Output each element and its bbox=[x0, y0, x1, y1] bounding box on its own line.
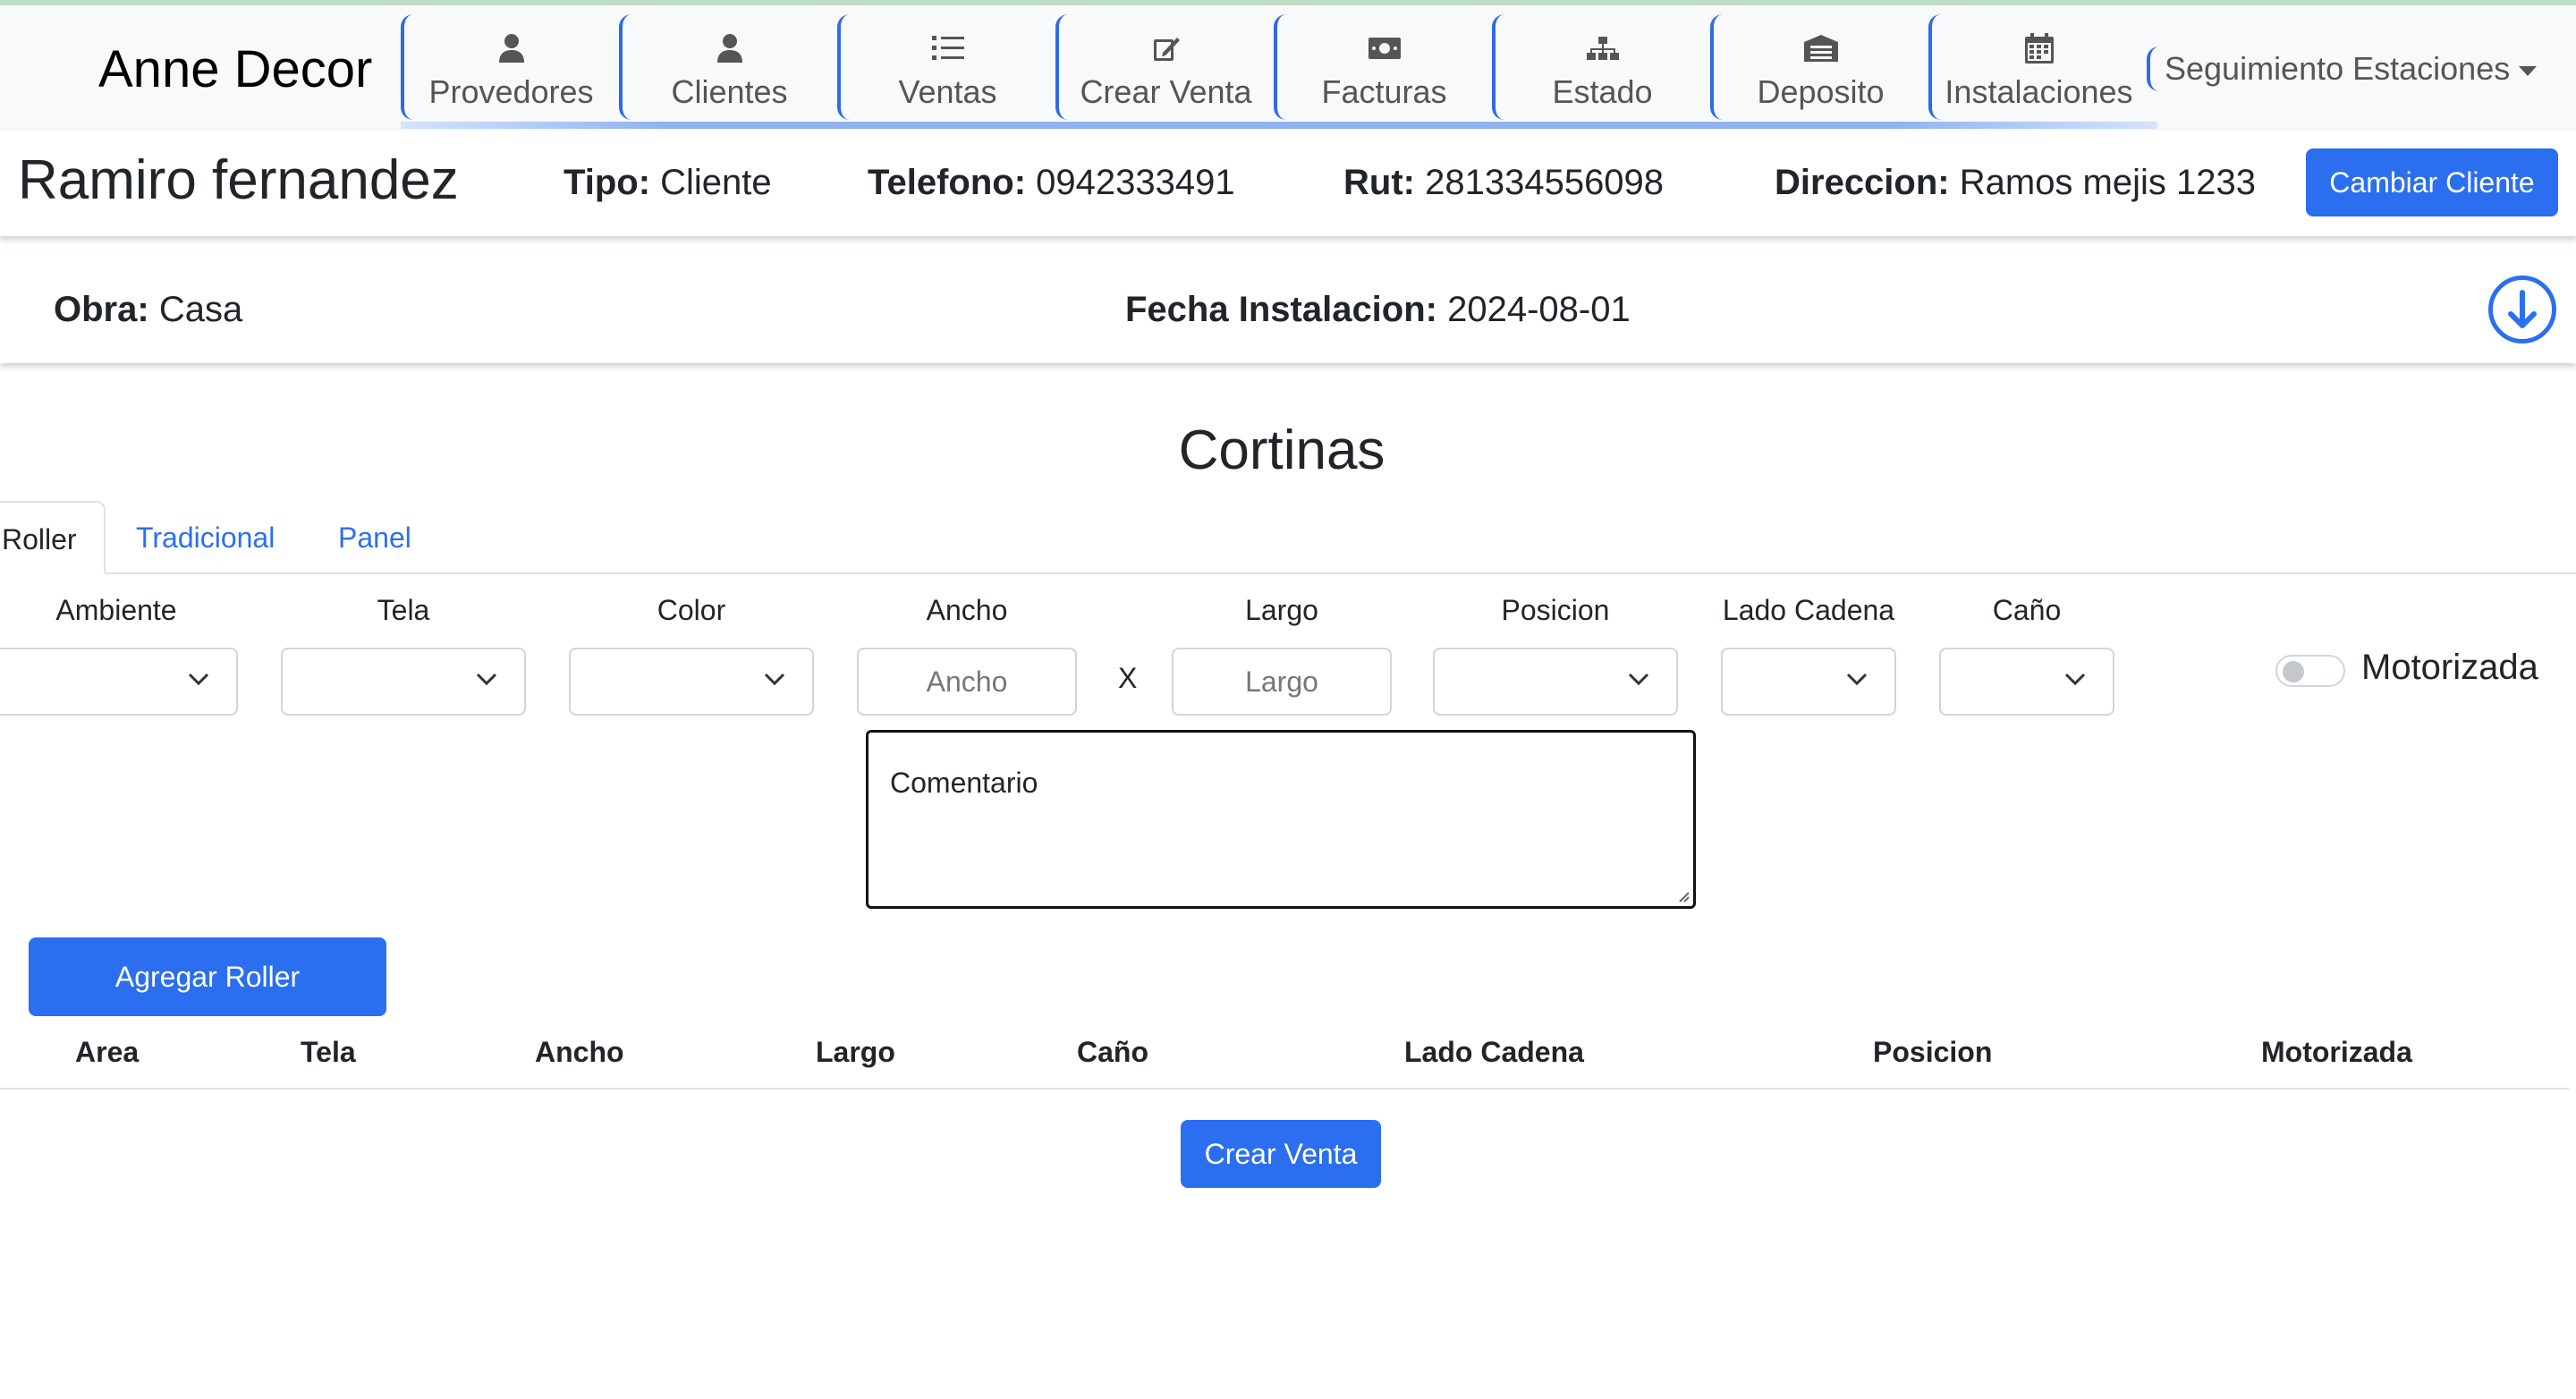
top-navbar: Anne Decor Provedores Clientes Ventas Cr… bbox=[0, 5, 2576, 131]
column-header-motorizada: Motorizada bbox=[2261, 1036, 2412, 1068]
motorizada-label: Motorizada bbox=[2361, 648, 2538, 687]
crear-venta-button[interactable]: Crear Venta bbox=[1181, 1120, 1381, 1188]
color-select[interactable] bbox=[569, 648, 814, 716]
nav-item-clientes[interactable]: Clientes bbox=[619, 14, 836, 120]
obra-info: Obra: Casa bbox=[54, 290, 242, 330]
nav-item-label: Deposito bbox=[1757, 73, 1885, 110]
nav-item-label: Ventas bbox=[898, 73, 997, 110]
tab-roller[interactable]: Roller bbox=[0, 501, 106, 574]
chevron-down-icon bbox=[188, 673, 209, 685]
tab-tradicional[interactable]: Tradicional bbox=[136, 501, 275, 574]
nav-item-label: Clientes bbox=[671, 73, 788, 110]
section-title: Cortinas bbox=[1178, 420, 1385, 481]
nav-item-facturas[interactable]: Facturas bbox=[1274, 14, 1491, 120]
resize-grip-icon[interactable] bbox=[1675, 888, 1690, 903]
posicion-select[interactable] bbox=[1433, 648, 1678, 716]
chevron-down-icon bbox=[1628, 673, 1649, 685]
obra-label: Obra: bbox=[54, 290, 149, 329]
client-telefono: Telefono: 0942333491 bbox=[868, 163, 1235, 203]
posicion-label: Posicion bbox=[1501, 594, 1610, 626]
nav-item-estado[interactable]: Estado bbox=[1492, 14, 1709, 120]
client-tipo: Tipo: Cliente bbox=[564, 163, 772, 203]
client-rut: Rut: 281334556098 bbox=[1343, 163, 1664, 203]
seguimiento-dropdown[interactable]: Seguimiento Estaciones bbox=[2147, 47, 2538, 91]
client-name: Ramiro fernandez bbox=[18, 149, 459, 211]
warehouse-icon bbox=[1714, 30, 1928, 66]
cano-label: Caño bbox=[1992, 594, 2062, 626]
tipo-value: Cliente bbox=[660, 163, 772, 202]
direccion-value: Ramos mejis 1233 bbox=[1959, 163, 2256, 202]
largo-input[interactable]: Largo bbox=[1172, 648, 1392, 716]
lado-cadena-select[interactable] bbox=[1721, 648, 1896, 716]
comentario-textarea[interactable]: Comentario bbox=[866, 730, 1696, 909]
person-icon bbox=[404, 30, 618, 66]
tipo-label: Tipo: bbox=[564, 163, 651, 202]
arrow-down-circle-icon[interactable] bbox=[2488, 276, 2556, 343]
tab-panel[interactable]: Panel bbox=[338, 501, 411, 574]
chevron-down-icon bbox=[1846, 673, 1868, 685]
nav-item-label: Instalaciones bbox=[1945, 73, 2133, 110]
caret-down-icon bbox=[2519, 65, 2538, 76]
column-header-lado-cadena: Lado Cadena bbox=[1404, 1036, 1584, 1068]
dimension-separator: X bbox=[1118, 662, 1138, 694]
calendar-icon bbox=[1932, 30, 2146, 66]
ancho-input[interactable]: Ancho bbox=[857, 648, 1077, 716]
column-header-tela: Tela bbox=[301, 1036, 356, 1068]
toggle-knob bbox=[2283, 661, 2304, 683]
column-header-cano: Caño bbox=[1077, 1036, 1148, 1068]
agregar-roller-button[interactable]: Agregar Roller bbox=[29, 937, 386, 1016]
person-icon bbox=[623, 30, 836, 66]
nav-item-label: Crear Venta bbox=[1080, 73, 1252, 110]
table-header-divider bbox=[0, 1088, 2569, 1090]
rut-value: 281334556098 bbox=[1425, 163, 1665, 202]
nav-item-label: Provedores bbox=[428, 73, 594, 110]
lado-cadena-label: Lado Cadena bbox=[1722, 594, 1895, 626]
fecha-value: 2024-08-01 bbox=[1447, 290, 1631, 329]
nav-item-crear-venta[interactable]: Crear Venta bbox=[1055, 14, 1273, 120]
nav-item-instalaciones[interactable]: Instalaciones bbox=[1928, 14, 2146, 120]
cambiar-cliente-button[interactable]: Cambiar Cliente bbox=[2306, 148, 2558, 216]
obra-info-bar: Obra: Casa Fecha Instalacion: 2024-08-01 bbox=[0, 256, 2576, 363]
column-header-largo: Largo bbox=[816, 1036, 895, 1068]
chevron-down-icon bbox=[2064, 673, 2086, 685]
client-info-bar: Ramiro fernandez Tipo: Cliente Telefono:… bbox=[0, 131, 2576, 236]
telefono-label: Telefono: bbox=[868, 163, 1027, 202]
cano-select[interactable] bbox=[1939, 648, 2114, 716]
nav-item-provedores[interactable]: Provedores bbox=[401, 14, 618, 120]
fecha-instalacion: Fecha Instalacion: 2024-08-01 bbox=[1125, 290, 1631, 330]
edit-icon bbox=[1059, 30, 1273, 66]
tela-select[interactable] bbox=[281, 648, 526, 716]
ancho-label: Ancho bbox=[926, 594, 1008, 626]
nav-item-label: Estado bbox=[1552, 73, 1653, 110]
largo-label: Largo bbox=[1245, 594, 1318, 626]
sitemap-icon bbox=[1496, 30, 1709, 66]
telefono-value: 0942333491 bbox=[1036, 163, 1235, 202]
list-icon bbox=[841, 30, 1055, 66]
nav-item-deposito[interactable]: Deposito bbox=[1710, 14, 1928, 120]
comentario-placeholder: Comentario bbox=[890, 767, 1038, 799]
chevron-down-icon bbox=[764, 673, 785, 685]
ambiente-select[interactable] bbox=[0, 648, 238, 716]
motorizada-toggle[interactable] bbox=[2275, 655, 2345, 687]
column-header-ancho: Ancho bbox=[535, 1036, 624, 1068]
tela-label: Tela bbox=[377, 594, 430, 626]
nav-item-label: Facturas bbox=[1321, 73, 1447, 110]
chevron-down-icon bbox=[476, 673, 497, 685]
nav-item-ventas[interactable]: Ventas bbox=[837, 14, 1055, 120]
column-header-posicion: Posicion bbox=[1873, 1036, 1993, 1068]
obra-value: Casa bbox=[158, 290, 243, 329]
client-direccion: Direccion: Ramos mejis 1233 bbox=[1775, 163, 2256, 203]
brand-logo[interactable]: Anne Decor bbox=[98, 34, 372, 106]
column-header-area: Area bbox=[75, 1036, 140, 1068]
color-label: Color bbox=[657, 594, 726, 626]
ambiente-label: Ambiente bbox=[55, 594, 177, 626]
money-icon bbox=[1277, 30, 1491, 66]
rut-label: Rut: bbox=[1343, 163, 1415, 202]
direccion-label: Direccion: bbox=[1775, 163, 1950, 202]
navbar-underline bbox=[401, 122, 2157, 129]
fecha-label: Fecha Instalacion: bbox=[1125, 290, 1437, 329]
dropdown-label: Seguimiento Estaciones bbox=[2165, 50, 2511, 87]
